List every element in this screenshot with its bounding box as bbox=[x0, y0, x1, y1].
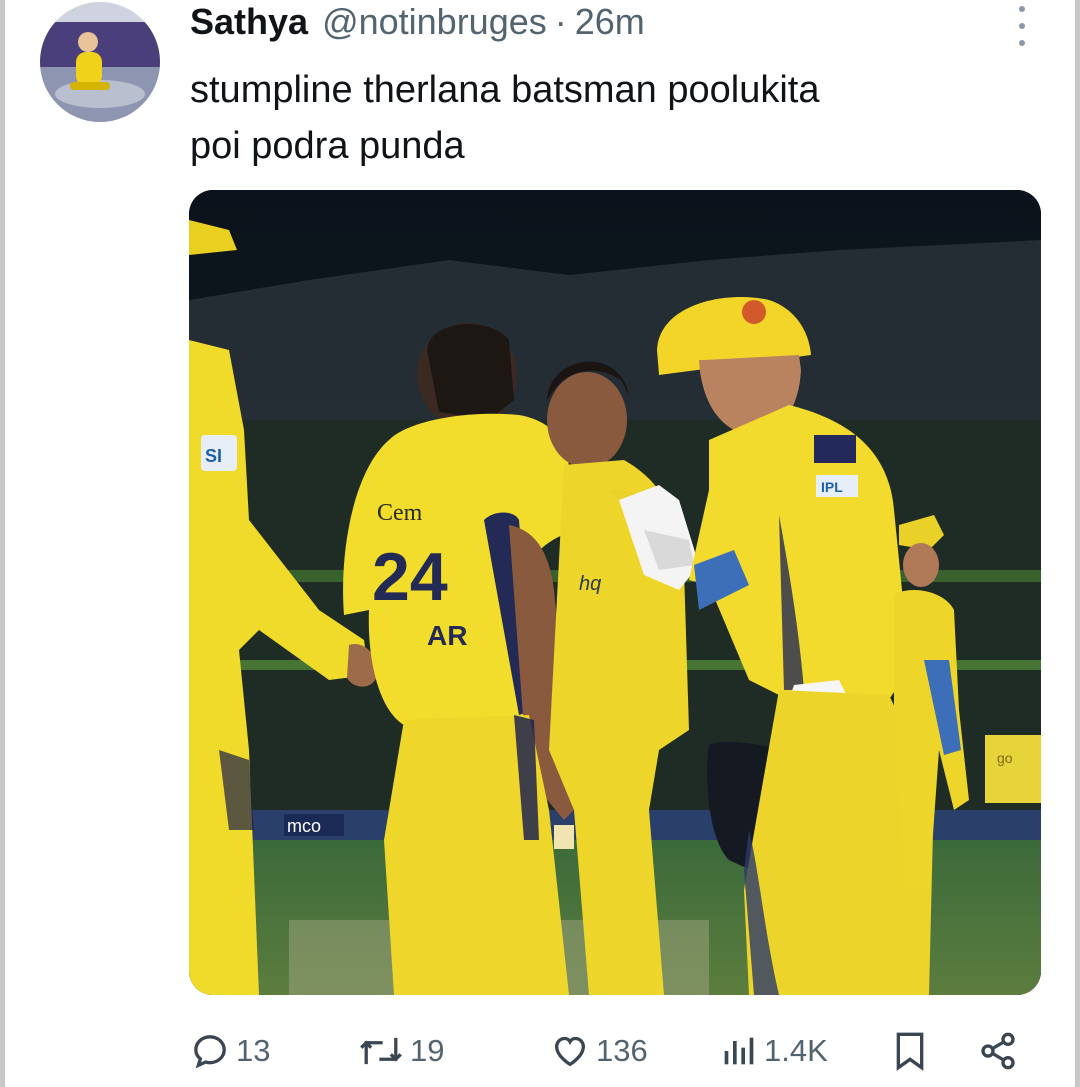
frame-border-left bbox=[0, 0, 5, 1087]
user-handle[interactable]: @notinbruges bbox=[322, 1, 547, 43]
reply-icon bbox=[194, 1035, 226, 1069]
views-button[interactable]: 1.4K bbox=[718, 1026, 828, 1076]
tweet-header: Sathya @notinbruges · 26m bbox=[190, 0, 645, 44]
sponsor-text: Cem bbox=[377, 500, 423, 526]
tweet-text-line-2: poi podra punda bbox=[190, 125, 465, 167]
retweet-button[interactable]: 19 bbox=[358, 1026, 444, 1076]
share-icon bbox=[981, 1032, 1015, 1070]
reply-button[interactable]: 13 bbox=[190, 1026, 270, 1076]
tweet-text: stumpline therlana batsman poolukita poi… bbox=[190, 62, 1010, 174]
board-text: mco bbox=[287, 816, 321, 836]
avatar[interactable] bbox=[40, 2, 160, 122]
bookmark-icon bbox=[896, 1032, 924, 1071]
badge-text: IPL bbox=[821, 479, 843, 495]
svg-text:SI: SI bbox=[205, 446, 222, 466]
sign-text: go bbox=[997, 750, 1013, 766]
more-icon[interactable] bbox=[1016, 6, 1028, 46]
views-icon bbox=[724, 1037, 754, 1065]
frame-border-right bbox=[1075, 0, 1080, 1087]
tweet-action-bar: 13 19 136 1.4K bbox=[190, 1026, 1030, 1076]
like-icon bbox=[554, 1036, 586, 1067]
jersey-name: AR bbox=[427, 620, 467, 651]
reply-count: 13 bbox=[236, 1033, 271, 1068]
timestamp[interactable]: 26m bbox=[575, 1, 645, 43]
retweet-icon bbox=[360, 1037, 402, 1065]
cricket-photo: mco go SI 24 AR Cem hq IPL bbox=[189, 190, 1041, 995]
display-name[interactable]: Sathya bbox=[190, 1, 308, 43]
svg-text:hq: hq bbox=[579, 573, 601, 595]
like-count: 136 bbox=[596, 1033, 648, 1068]
jersey-number: 24 bbox=[372, 539, 448, 615]
view-count: 1.4K bbox=[764, 1033, 828, 1068]
share-button[interactable] bbox=[978, 1026, 1018, 1076]
retweet-count: 19 bbox=[410, 1033, 445, 1068]
tweet-text-line-1: stumpline therlana batsman poolukita bbox=[190, 69, 820, 111]
tweet-media-image[interactable]: mco go SI 24 AR Cem hq IPL bbox=[189, 190, 1041, 995]
separator-dot: · bbox=[554, 1, 567, 42]
avatar-image bbox=[40, 2, 160, 122]
like-button[interactable]: 136 bbox=[550, 1026, 648, 1076]
bookmark-button[interactable] bbox=[890, 1026, 930, 1076]
